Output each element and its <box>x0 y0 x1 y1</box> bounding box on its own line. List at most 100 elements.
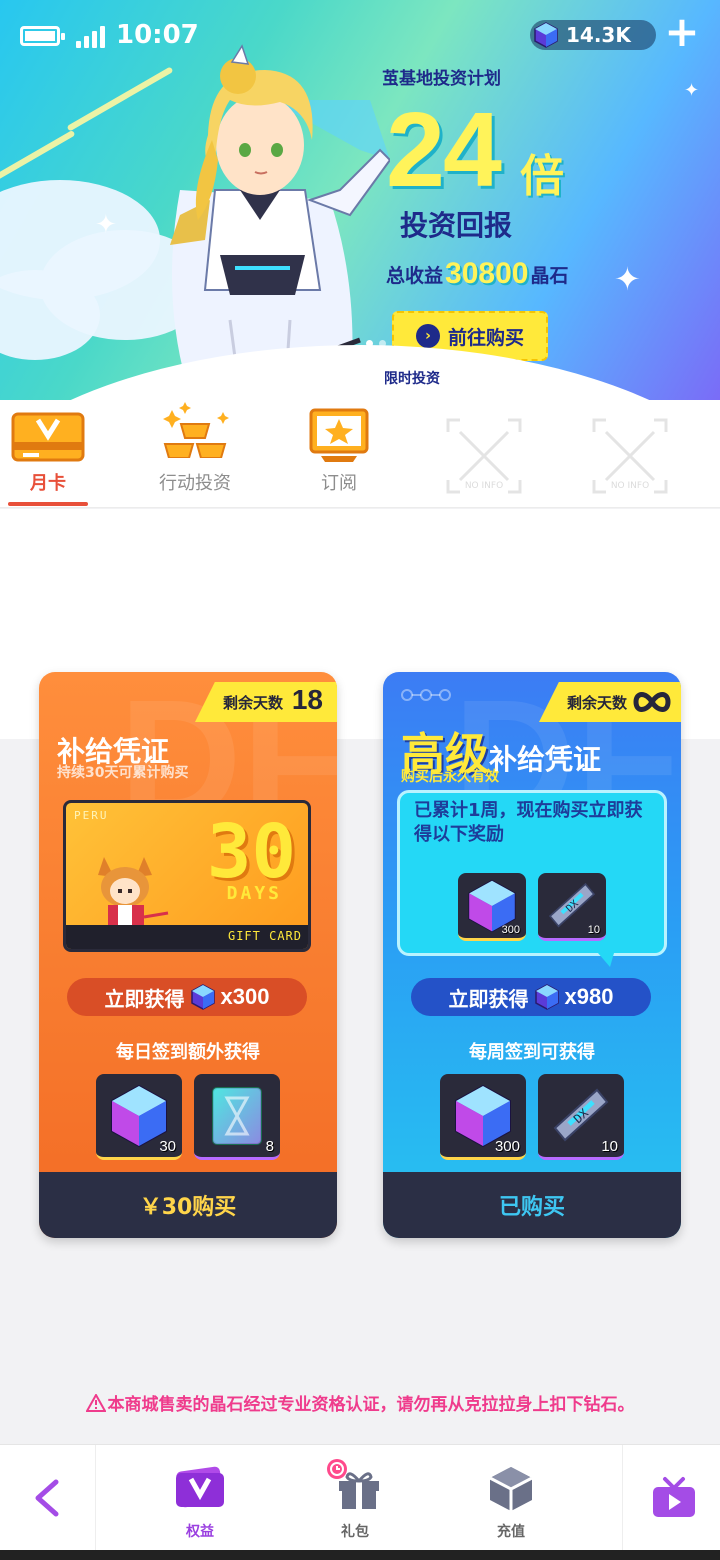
svg-text:NO INFO: NO INFO <box>465 481 503 491</box>
svg-text:NO INFO: NO INFO <box>611 481 649 491</box>
reward-item[interactable]: 300 <box>458 873 526 941</box>
remaining-days-value: 18 <box>291 684 323 715</box>
remaining-days-label: 剩余天数 <box>223 694 284 712</box>
remaining-days-tag: 剩余天数 <box>539 682 681 722</box>
nav-label: 礼包 <box>341 1524 369 1540</box>
nav-item-benefits[interactable]: 权益 <box>150 1445 250 1551</box>
tab-monthly-card[interactable]: 月卡 <box>0 400 96 508</box>
crystal-gem-icon <box>190 984 215 1010</box>
weekly-bonus-label: 每周签到可获得 <box>469 1042 595 1063</box>
get-now-amount: x980 <box>564 984 614 1009</box>
tab-label: 月卡 <box>30 473 66 494</box>
promo-total-suffix: 晶石 <box>530 264 569 287</box>
gold-bars-icon <box>163 402 229 458</box>
get-now-label: 立即获得 <box>448 986 529 1011</box>
add-gems-button[interactable]: + <box>664 11 700 53</box>
reward-count: 300 <box>501 924 520 936</box>
gem-balance-amount: 14.3K <box>566 23 631 47</box>
purchased-status-button[interactable]: 已购买 <box>383 1172 681 1238</box>
supply-voucher-card[interactable]: DF 剩余天数 18 补给凭证 持续30天可累计购买 PERU 30 DAYS … <box>39 672 337 1238</box>
tab-label: 订阅 <box>321 473 357 494</box>
no-info-placeholder-icon: NO INFO <box>446 418 522 494</box>
banner-curve <box>0 345 720 400</box>
store-notice: 本商城售卖的晶石经过专业资格认证，请勿再从克拉拉身上扣下钻石。 <box>0 1390 720 1415</box>
status-time: 10:07 <box>116 20 199 50</box>
chevron-left-icon <box>35 1479 59 1517</box>
tv-play-icon <box>653 1477 695 1517</box>
promo-total-prefix: 总收益 <box>386 264 444 287</box>
recharge-cube-icon <box>489 1467 533 1511</box>
reward-item[interactable]: DX 10 <box>538 873 606 941</box>
remaining-days-tag: 剩余天数 18 <box>195 682 337 722</box>
promo-subtitle: 投资回报 <box>400 209 513 242</box>
back-button[interactable] <box>0 1445 96 1551</box>
promo-banner[interactable]: ✦ ✦ ✦ 10:07 14.3K + 茧基地投资计划 24 倍 投资回报 总收… <box>0 0 720 400</box>
buy-monthly-card-button[interactable]: ￥30购买 <box>39 1172 337 1238</box>
remaining-days-label: 剩余天数 <box>567 694 628 712</box>
reward-count: 10 <box>587 924 600 936</box>
card-subtitle: 购买后永久有效 <box>401 769 499 785</box>
signal-icon <box>76 26 106 48</box>
infinity-icon <box>633 692 671 712</box>
reward-item[interactable]: 8 <box>194 1074 280 1160</box>
gift-card-brand: PERU <box>74 809 109 822</box>
limited-label: 限时投资 <box>384 371 440 387</box>
reward-item[interactable]: DX 10 <box>538 1074 624 1160</box>
nav-item-gift-pack[interactable]: 礼包 <box>305 1445 405 1551</box>
live-tv-button[interactable] <box>622 1445 720 1551</box>
weekly-reward-items: 300 DX 10 <box>383 1074 681 1160</box>
get-now-label: 立即获得 <box>104 986 185 1011</box>
v-card-icon <box>176 1466 224 1508</box>
light-streak <box>0 129 76 181</box>
no-info-placeholder-icon: NO INFO <box>592 418 668 494</box>
promo-total-value: 30800 <box>445 257 529 290</box>
warning-triangle-icon <box>84 1392 107 1412</box>
daily-bonus-label: 每日签到额外获得 <box>116 1042 260 1063</box>
fox-girl-pixel-icon <box>98 857 169 935</box>
gift-card-image: PERU 30 DAYS GIFT CARD <box>63 800 311 952</box>
promo-multiplier-unit: 倍 <box>520 151 564 202</box>
sparkle-icon: ✦ <box>95 210 117 240</box>
nav-item-recharge[interactable]: 充值 <box>461 1445 561 1551</box>
bottom-navigation: 权益 礼包 充值 <box>0 1444 720 1551</box>
crystal-gem-icon <box>534 984 559 1010</box>
bubble-reward-items: 300 DX 10 <box>458 873 606 941</box>
reward-item[interactable]: 300 <box>440 1074 526 1160</box>
get-now-row: 立即获得 x300 <box>67 978 307 1016</box>
nav-label: 充值 <box>497 1524 525 1540</box>
nav-label: 权益 <box>186 1524 214 1540</box>
store-notice-text: 本商城售卖的晶石经过专业资格认证，请勿再从克拉拉身上扣下钻石。 <box>107 1395 635 1415</box>
bubble-text: 已累计1周，现在购买立即获得以下奖励 <box>414 800 643 845</box>
premium-supply-voucher-card[interactable]: DF 剩余天数 高级补给凭证 购买后永久有效 已累计1周，现在购买立即获得以下奖… <box>383 672 681 1238</box>
v-card-icon <box>11 412 85 462</box>
crystal-gem-icon <box>534 22 558 48</box>
gift-card-days-label: DAYS <box>226 883 282 904</box>
tab-subscription[interactable]: 订阅 <box>284 400 394 508</box>
gift-box-icon <box>327 1459 379 1509</box>
active-tab-indicator <box>8 502 88 506</box>
get-now-amount: x300 <box>220 984 270 1009</box>
sparkle-icon: ✦ <box>684 80 700 101</box>
card-subtitle: 持续30天可累计购买 <box>57 765 189 781</box>
daily-reward-items: 30 8 <box>39 1074 337 1160</box>
arrow-right-icon: › <box>415 324 440 348</box>
star-screen-icon <box>309 408 369 462</box>
accumulated-reward-bubble: 已累计1周，现在购买立即获得以下奖励 300 DX 10 <box>397 790 667 967</box>
heroine-illustration <box>170 44 390 395</box>
promo-title: 茧基地投资计划 <box>382 69 501 89</box>
reward-count: 30 <box>159 1138 176 1155</box>
get-now-row: 立即获得 x980 <box>411 978 651 1016</box>
tab-action-invest[interactable]: 行动投资 <box>140 400 250 508</box>
card-title-rest: 补给凭证 <box>489 743 602 776</box>
promo-total: 总收益 30800 晶石 <box>386 257 568 291</box>
reward-item[interactable]: 30 <box>96 1074 182 1160</box>
gift-card-label: GIFT CARD <box>227 929 302 943</box>
system-nav-bar <box>0 1550 720 1560</box>
reward-count: 300 <box>494 1138 520 1155</box>
gem-balance[interactable]: 14.3K <box>530 20 656 50</box>
circuit-decoration <box>401 689 451 701</box>
shop-tab-row: 月卡 行动投资 订阅 NO INFO NO INFO <box>0 400 720 508</box>
reward-count: 8 <box>265 1138 274 1155</box>
tab-label: 行动投资 <box>159 473 231 494</box>
gift-card-footer: GIFT CARD <box>66 925 308 949</box>
